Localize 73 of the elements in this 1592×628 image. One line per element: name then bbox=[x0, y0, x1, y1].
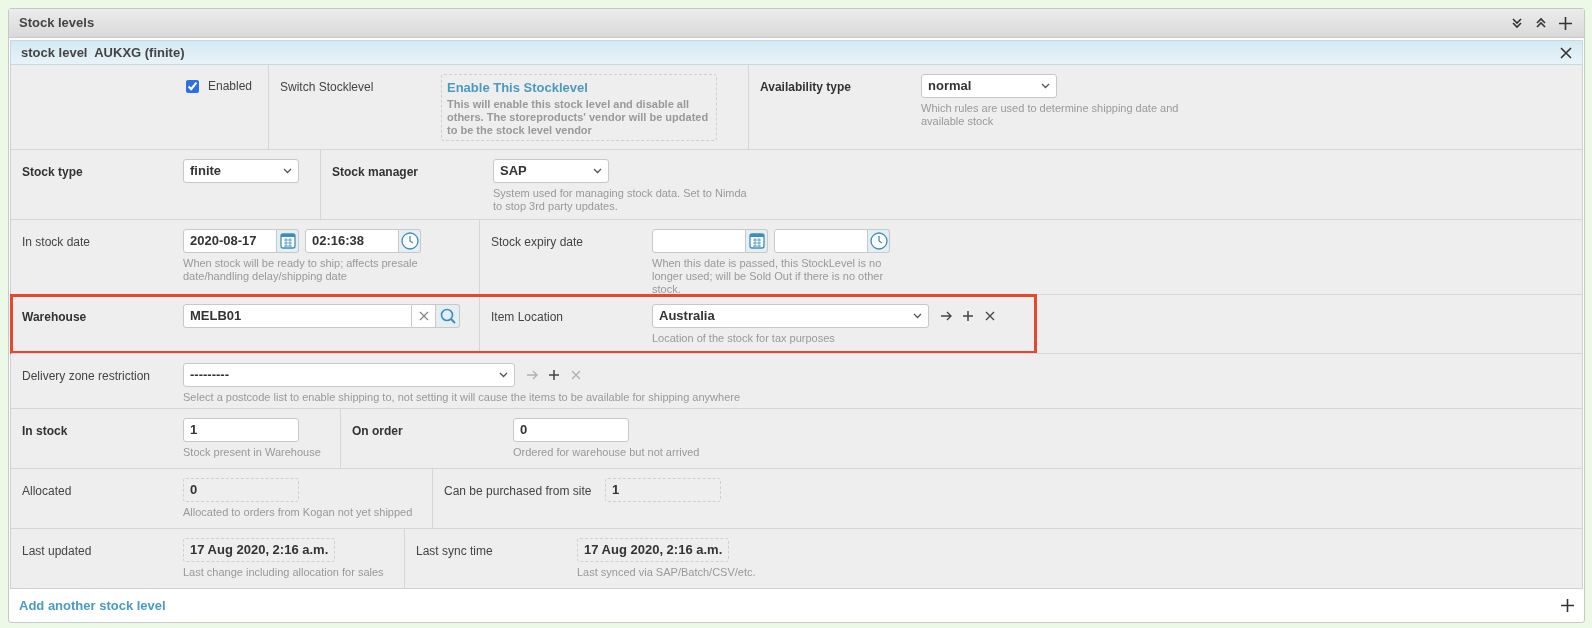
help-text: Which rules are used to determine shipping date and available stock bbox=[921, 102, 1180, 128]
action-description: This will enable this stock level and disable all others. The storeproducts' vendor will be updated to be the stock level vendor bbox=[447, 98, 710, 137]
select-field[interactable]: Australia bbox=[652, 304, 929, 328]
field-label: Last updated bbox=[22, 544, 92, 558]
stock-level-title: stock level AUKXG (finite) bbox=[21, 43, 185, 62]
help-text: Allocated to orders from Kogan not yet shipped bbox=[183, 506, 413, 519]
field-label: Item Location bbox=[491, 310, 564, 324]
select-field[interactable]: normal bbox=[921, 74, 1057, 98]
help-text: Last change including allocation for sales bbox=[183, 566, 384, 579]
calendar-button[interactable] bbox=[746, 229, 768, 253]
help-text: When this date is passed, this StockLevel is no longer used; will be Sold Out if there is no other stock. bbox=[652, 257, 885, 296]
calendar-icon bbox=[746, 231, 767, 251]
date-field[interactable]: 2020-08-17 bbox=[183, 229, 277, 253]
chevron-down-icon bbox=[499, 372, 508, 378]
field-label: Availability type bbox=[760, 80, 851, 94]
calendar-button[interactable] bbox=[277, 229, 299, 253]
field-label: Delivery zone restriction bbox=[22, 369, 151, 383]
date-field[interactable] bbox=[652, 229, 746, 253]
checkbox-label: Enabled bbox=[208, 78, 253, 95]
chevron-down-icon bbox=[593, 168, 602, 174]
warehouse-field[interactable]: MELB01 bbox=[183, 304, 412, 328]
help-text: System used for managing stock data. Set to Nimda to stop 3rd party updates. bbox=[493, 187, 748, 213]
collapse-all-icon[interactable] bbox=[1511, 17, 1523, 29]
search-button[interactable] bbox=[436, 304, 460, 328]
field-label: In stock date bbox=[22, 235, 91, 249]
clock-icon bbox=[399, 231, 420, 251]
expand-all-icon[interactable] bbox=[1535, 17, 1547, 29]
chevron-down-icon bbox=[1041, 83, 1050, 89]
time-field[interactable] bbox=[774, 229, 868, 253]
chevron-down-icon bbox=[913, 313, 922, 319]
help-text: Stock present in Warehouse bbox=[183, 446, 321, 459]
select-field[interactable]: --------- bbox=[183, 363, 515, 387]
clock-button[interactable] bbox=[868, 229, 890, 253]
readonly-value: 1 bbox=[605, 478, 721, 502]
calendar-icon bbox=[277, 231, 298, 251]
help-text: Select a postcode list to enable shipping to, not setting it will cause the items to be available for shipping anywhere bbox=[183, 391, 741, 404]
help-text: Location of the stock for tax purposes bbox=[652, 332, 836, 345]
field-label: Stock manager bbox=[332, 165, 419, 179]
field-label: Last sync time bbox=[416, 544, 493, 558]
search-icon bbox=[439, 308, 456, 324]
help-text: Ordered for warehouse but not arrived bbox=[513, 446, 700, 459]
clock-button[interactable] bbox=[399, 229, 421, 253]
field-label: In stock bbox=[22, 424, 68, 438]
close-icon[interactable] bbox=[1560, 46, 1572, 59]
readonly-value: 17 Aug 2020, 2:16 a.m. bbox=[577, 538, 730, 562]
field-label: Allocated bbox=[22, 484, 72, 498]
field-label: Can be purchased from site bbox=[444, 484, 592, 498]
panel-title: Stock levels bbox=[19, 14, 95, 33]
clock-icon bbox=[868, 231, 889, 251]
clear-button[interactable] bbox=[412, 304, 436, 328]
arrow-right-icon[interactable] bbox=[940, 310, 952, 322]
help-text: Last synced via SAP/Batch/CSV/etc. bbox=[577, 566, 756, 579]
number-field[interactable]: 1 bbox=[183, 418, 299, 442]
field-label: Warehouse bbox=[22, 310, 87, 324]
readonly-value: 0 bbox=[183, 478, 299, 502]
checkbox[interactable] bbox=[186, 79, 199, 93]
readonly-value: 17 Aug 2020, 2:16 a.m. bbox=[183, 538, 336, 562]
number-field[interactable]: 0 bbox=[513, 418, 629, 442]
chevron-down-icon bbox=[283, 168, 292, 174]
help-text: When stock will be ready to ship; affects presale date/handling delay/shipping date bbox=[183, 257, 419, 283]
clear-icon bbox=[417, 310, 430, 322]
add-icon[interactable] bbox=[1561, 599, 1574, 612]
field-label: Stock expiry date bbox=[491, 235, 584, 249]
field-label: Stock type bbox=[22, 165, 83, 179]
add-icon[interactable] bbox=[1559, 16, 1572, 30]
plus-icon[interactable] bbox=[548, 369, 560, 381]
field-label: Switch Stocklevel bbox=[280, 80, 374, 94]
field-label: On order bbox=[352, 424, 403, 438]
time-field[interactable]: 02:16:38 bbox=[305, 229, 399, 253]
plus-icon[interactable] bbox=[962, 310, 974, 322]
select-field[interactable]: SAP bbox=[493, 159, 609, 183]
close-icon[interactable] bbox=[984, 310, 996, 322]
select-field[interactable]: finite bbox=[183, 159, 299, 183]
